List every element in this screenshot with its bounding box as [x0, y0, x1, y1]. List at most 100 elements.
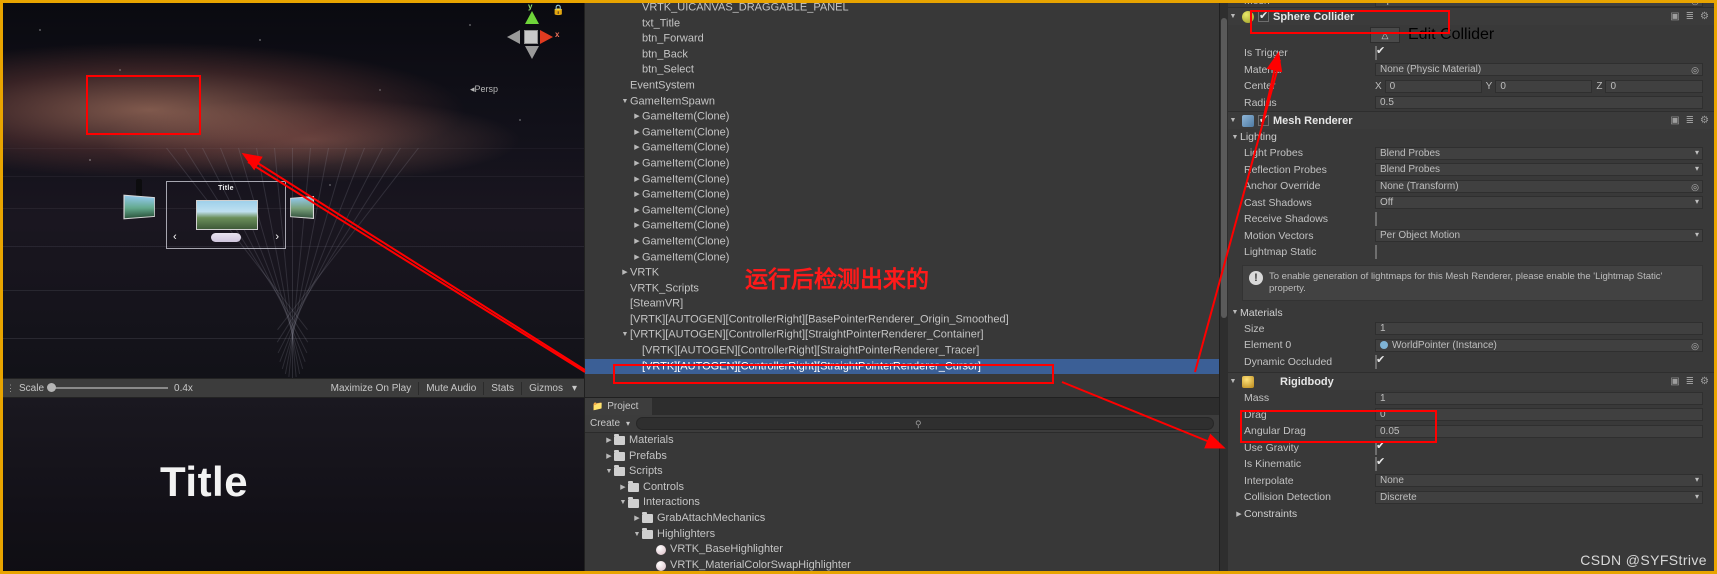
sphere-collider-prop-row[interactable]: Is Trigger: [1220, 45, 1717, 62]
chevron-down-icon[interactable]: ▼: [1228, 378, 1238, 385]
scene-view[interactable]: Title ‹ › y x 🔒 ◂Persp: [0, 0, 584, 378]
hierarchy-row[interactable]: ▶[VRTK][AUTOGEN][ControllerRight][BasePo…: [584, 312, 1220, 328]
chevron-right-icon[interactable]: ▶: [604, 433, 614, 449]
sphere-collider-header-icons[interactable]: ▣ ≣ ⚙: [1670, 11, 1717, 22]
gizmo-center-cube[interactable]: [524, 30, 538, 44]
chevron-down-icon[interactable]: ▼: [1230, 309, 1240, 316]
vr-panel-select-button[interactable]: [211, 233, 241, 242]
rigidbody-prop-row[interactable]: Use Gravity: [1220, 440, 1717, 457]
chevron-right-icon[interactable]: ▶: [632, 156, 642, 172]
game-view[interactable]: Title: [0, 398, 584, 574]
constraints-foldout[interactable]: ▶ Constraints: [1220, 506, 1717, 522]
project-row[interactable]: ▼ Interactions: [584, 495, 1220, 511]
project-panel[interactable]: 📁 Project Create ▾ ⚲ ▶ Materials ▶ Prefabs ▼…: [584, 398, 1220, 574]
dynamic-occluded-checkbox[interactable]: [1375, 354, 1377, 369]
hierarchy-row[interactable]: ▶ VRTK: [584, 265, 1220, 281]
mesh-renderer-prop-field[interactable]: Blend Probes: [1375, 146, 1703, 160]
scale-control[interactable]: ⋮ Scale 0.4x: [0, 379, 199, 397]
rigidbody-prop-checkbox[interactable]: [1375, 457, 1377, 472]
hierarchy-row[interactable]: ▶[SteamVR]: [584, 296, 1220, 312]
mesh-renderer-prop-field[interactable]: Blend Probes: [1375, 163, 1703, 177]
gizmo-x-axis-icon[interactable]: [540, 30, 553, 44]
materials-foldout[interactable]: ▼ Materials: [1220, 305, 1717, 321]
project-row[interactable]: ▶ Materials: [584, 433, 1220, 449]
project-toolbar[interactable]: Create ▾ ⚲: [584, 415, 1220, 433]
chevron-down-icon[interactable]: ▼: [618, 495, 628, 511]
mesh-renderer-prop-row[interactable]: Light Probes Blend Probes: [1220, 145, 1717, 162]
rigidbody-prop-row[interactable]: Collision Detection Discrete: [1220, 489, 1717, 506]
inspector-panel[interactable]: Mesh Sphere ▼ Sphere Collider ▣ ≣ ⚙ △ Ed…: [1220, 0, 1717, 574]
project-tree[interactable]: ▶ Materials ▶ Prefabs ▼ Scripts ▶ Controls ▼ Inte…: [584, 433, 1220, 574]
gear-icon[interactable]: ⚙: [1700, 115, 1709, 126]
hierarchy-row[interactable]: ▶VRTK_UICANVAS_DRAGGABLE_PANEL: [584, 0, 1220, 16]
gizmo-x-neg-axis-icon[interactable]: [507, 30, 520, 44]
mesh-renderer-prop-row[interactable]: Receive Shadows: [1220, 211, 1717, 228]
hierarchy-row[interactable]: ▶btn_Forward: [584, 31, 1220, 47]
project-row[interactable]: ▼ Highlighters: [584, 527, 1220, 543]
project-row[interactable]: ▶ VRTK_MaterialColorSwapHighlighter: [584, 558, 1220, 574]
rigidbody-header[interactable]: ▼ Rigidbody ▣ ≣ ⚙: [1220, 372, 1717, 390]
chevron-right-icon[interactable]: ▶: [632, 172, 642, 188]
sphere-collider-prop-field[interactable]: None (Physic Material): [1375, 63, 1703, 77]
hierarchy-row[interactable]: ▶ GameItem(Clone): [584, 125, 1220, 141]
chevron-right-icon[interactable]: ▶: [632, 109, 642, 125]
vr-panel-next-arrow[interactable]: ›: [275, 231, 279, 243]
hierarchy-row[interactable]: ▶ GameItem(Clone): [584, 218, 1220, 234]
rigidbody-prop-field[interactable]: None: [1375, 474, 1703, 488]
sliders-icon[interactable]: ≣: [1686, 376, 1694, 387]
chevron-down-icon[interactable]: ▼: [632, 527, 642, 543]
chevron-right-icon[interactable]: ▶: [604, 449, 614, 465]
sphere-collider-prop-checkbox[interactable]: [1375, 46, 1377, 61]
chevron-down-icon[interactable]: ▼: [1230, 134, 1240, 141]
divider-scene-hierarchy[interactable]: [584, 0, 585, 574]
materials-prop-row[interactable]: Size 1: [1220, 321, 1717, 338]
chevron-right-icon[interactable]: ▶: [632, 125, 642, 141]
hierarchy-row[interactable]: ▶EventSystem: [584, 78, 1220, 94]
create-dropdown-icon[interactable]: ▾: [626, 419, 630, 428]
sphere-collider-prop-field[interactable]: 0.5: [1375, 96, 1703, 110]
persp-toggle-label[interactable]: ◂Persp: [470, 84, 498, 95]
chevron-right-icon[interactable]: ▶: [1234, 510, 1244, 518]
mesh-renderer-lighting-properties[interactable]: Light ProbesBlend ProbesReflection Probe…: [1220, 145, 1717, 261]
project-row[interactable]: ▶ GrabAttachMechanics: [584, 511, 1220, 527]
chevron-right-icon[interactable]: ▶: [632, 218, 642, 234]
sphere-collider-enabled-checkbox[interactable]: [1258, 9, 1269, 22]
mesh-filter-row[interactable]: Mesh Sphere: [1220, 0, 1717, 7]
sphere-collider-header[interactable]: ▼ Sphere Collider ▣ ≣ ⚙: [1220, 7, 1717, 25]
rigidbody-prop-row[interactable]: Mass 1: [1220, 390, 1717, 407]
sliders-icon[interactable]: ≣: [1686, 115, 1694, 126]
scale-slider[interactable]: [47, 383, 169, 392]
rigidbody-properties[interactable]: Mass 1 Drag 0 Angular Drag 0.05 Use Gravity Is …: [1220, 390, 1717, 506]
sphere-collider-prop-row[interactable]: Center X 0 Y 0 Z 0: [1220, 78, 1717, 95]
rigidbody-prop-checkbox[interactable]: [1375, 440, 1377, 455]
project-row[interactable]: ▶ Controls: [584, 480, 1220, 496]
hierarchy-panel[interactable]: ▶VRTK_UICANVAS_DRAGGABLE_PANEL▶txt_Title…: [584, 0, 1220, 398]
hierarchy-row-selected[interactable]: ▶[VRTK][AUTOGEN][ControllerRight][Straig…: [584, 358, 1220, 375]
mesh-renderer-prop-row[interactable]: Reflection Probes Blend Probes: [1220, 162, 1717, 179]
mesh-renderer-prop-checkbox[interactable]: [1375, 212, 1377, 227]
rigidbody-prop-row[interactable]: Is Kinematic: [1220, 456, 1717, 473]
chevron-right-icon[interactable]: ▶: [632, 250, 642, 266]
sphere-collider-prop-row[interactable]: Material None (Physic Material): [1220, 62, 1717, 79]
hierarchy-row[interactable]: ▶btn_Select: [584, 62, 1220, 78]
create-button[interactable]: Create: [590, 418, 620, 429]
mesh-renderer-prop-field[interactable]: None (Transform): [1375, 179, 1703, 193]
rigidbody-prop-row[interactable]: Interpolate None: [1220, 473, 1717, 490]
gizmo-y-neg-axis-icon[interactable]: [525, 46, 539, 59]
chevron-right-icon[interactable]: ▶: [632, 234, 642, 250]
hierarchy-row[interactable]: ▶[VRTK][AUTOGEN][ControllerRight][Straig…: [584, 343, 1220, 359]
chevron-right-icon[interactable]: ▶: [632, 203, 642, 219]
materials-prop-field[interactable]: 1: [1375, 322, 1703, 336]
materials-prop-row[interactable]: Element 0 WorldPointer (Instance): [1220, 337, 1717, 354]
hierarchy-row[interactable]: ▶ GameItem(Clone): [584, 187, 1220, 203]
hierarchy-row[interactable]: ▶txt_Title: [584, 16, 1220, 32]
mesh-renderer-header-icons[interactable]: ▣ ≣ ⚙: [1670, 115, 1717, 126]
mesh-renderer-prop-row[interactable]: Motion Vectors Per Object Motion: [1220, 228, 1717, 245]
rigidbody-prop-row[interactable]: Angular Drag 0.05: [1220, 423, 1717, 440]
rigidbody-prop-field[interactable]: 1: [1375, 391, 1703, 405]
edit-collider-button[interactable]: △: [1370, 27, 1400, 43]
tab-project[interactable]: 📁 Project: [584, 398, 653, 415]
inspector-scroll-thumb[interactable]: [1221, 18, 1227, 318]
mesh-renderer-prop-row[interactable]: Anchor Override None (Transform): [1220, 178, 1717, 195]
rigidbody-header-icons[interactable]: ▣ ≣ ⚙: [1670, 376, 1717, 387]
